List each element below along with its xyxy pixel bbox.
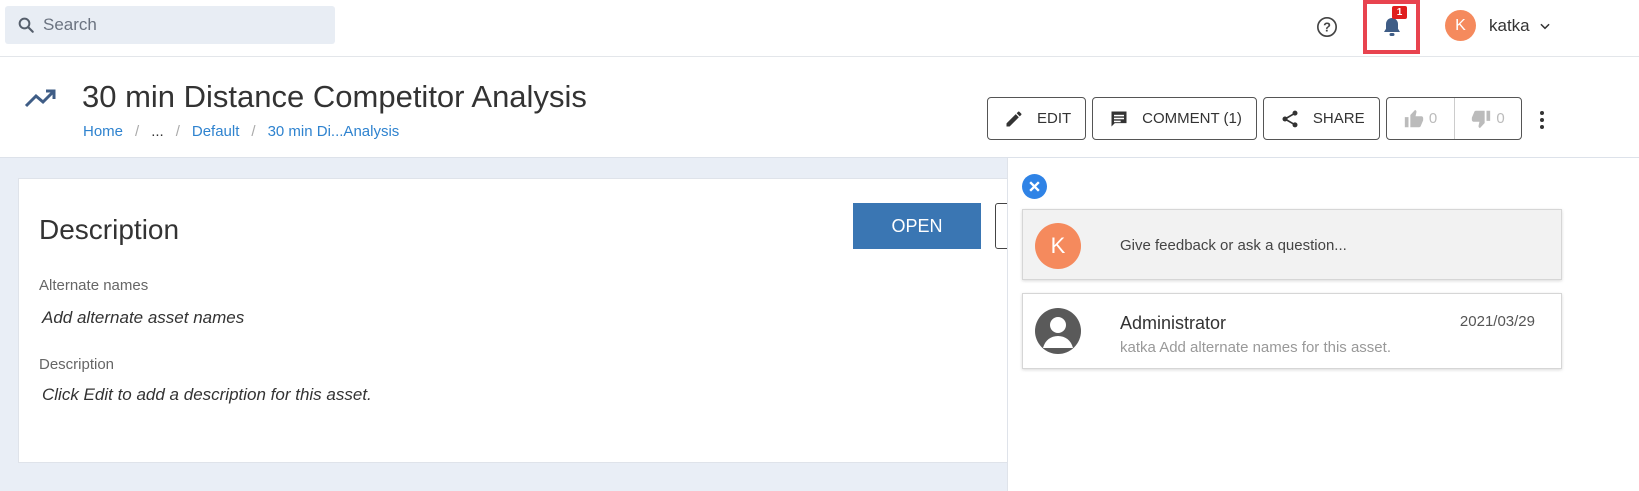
user-menu[interactable]: K katka	[1445, 10, 1552, 41]
alternate-names-value[interactable]: Add alternate asset names	[42, 308, 244, 328]
breadcrumb-separator: /	[175, 123, 180, 140]
avatar: K	[1445, 10, 1476, 41]
comment-text: katka Add alternate names for this asset…	[1120, 339, 1391, 356]
share-icon	[1282, 110, 1298, 127]
comment-date: 2021/03/29	[1459, 313, 1535, 330]
comment-item: Administrator 2021/03/29 katka Add alter…	[1022, 293, 1562, 369]
share-button[interactable]: SHARE	[1262, 97, 1380, 140]
notifications-button[interactable]: 1	[1363, 0, 1420, 54]
edit-button[interactable]: EDIT	[987, 97, 1087, 140]
description-card: Description OPEN Alternate names Add alt…	[18, 178, 1058, 463]
help-icon[interactable]: ?	[1316, 16, 1338, 38]
compose-placeholder[interactable]: Give feedback or ask a question...	[1120, 237, 1347, 254]
description-label: Description	[39, 356, 115, 373]
svg-text:?: ?	[1323, 20, 1331, 35]
thumbs-down-icon	[1472, 110, 1491, 128]
dislike-count: 0	[1496, 110, 1505, 127]
breadcrumb-separator: /	[135, 123, 140, 140]
chevron-down-icon	[1540, 23, 1550, 29]
trending-up-icon	[24, 89, 56, 108]
edit-label: EDIT	[1037, 110, 1072, 127]
like-count: 0	[1428, 110, 1438, 127]
action-toolbar: EDIT COMMENT (1) SHARE 0 0	[987, 97, 1522, 140]
comments-panel: K Give feedback or ask a question... Adm…	[1007, 158, 1639, 491]
breadcrumb: Home / ... / Default / 30 min Di...Analy…	[83, 123, 399, 140]
more-options-icon[interactable]	[1536, 110, 1548, 130]
comment-button[interactable]: COMMENT (1)	[1092, 97, 1257, 140]
close-icon	[1029, 181, 1040, 192]
asset-header: 30 min Distance Competitor Analysis Home…	[0, 57, 1639, 158]
share-label: SHARE	[1312, 110, 1365, 127]
comment-compose[interactable]: K Give feedback or ask a question...	[1022, 209, 1562, 280]
notification-badge: 1	[1392, 6, 1407, 19]
user-name: katka	[1489, 15, 1530, 35]
close-panel-button[interactable]	[1022, 174, 1047, 199]
user-avatar-icon	[1035, 308, 1081, 354]
page-title: 30 min Distance Competitor Analysis	[82, 79, 587, 114]
avatar: K	[1035, 223, 1081, 269]
pencil-icon	[1006, 111, 1022, 126]
section-title: Description	[39, 214, 180, 245]
breadcrumb-home[interactable]: Home	[83, 123, 123, 140]
vote-group: 0 0	[1385, 97, 1522, 140]
breadcrumb-current[interactable]: 30 min Di...Analysis	[268, 123, 400, 140]
search-box[interactable]	[5, 6, 335, 44]
description-value[interactable]: Click Edit to add a description for this…	[42, 385, 372, 405]
like-button[interactable]: 0	[1387, 98, 1454, 139]
breadcrumb-default[interactable]: Default	[192, 123, 240, 140]
comment-icon	[1111, 111, 1127, 126]
breadcrumb-ellipsis[interactable]: ...	[151, 123, 164, 140]
comment-author: Administrator	[1120, 313, 1227, 333]
thumbs-up-icon	[1404, 109, 1424, 127]
top-bar: ? 1 K katka	[0, 0, 1639, 57]
open-button[interactable]: OPEN	[853, 203, 981, 249]
alternate-names-label: Alternate names	[39, 277, 149, 294]
search-icon	[18, 17, 34, 33]
breadcrumb-separator: /	[251, 123, 256, 140]
dislike-button[interactable]: 0	[1453, 98, 1521, 139]
comment-label: COMMENT (1)	[1142, 110, 1242, 127]
search-input[interactable]	[43, 15, 323, 35]
